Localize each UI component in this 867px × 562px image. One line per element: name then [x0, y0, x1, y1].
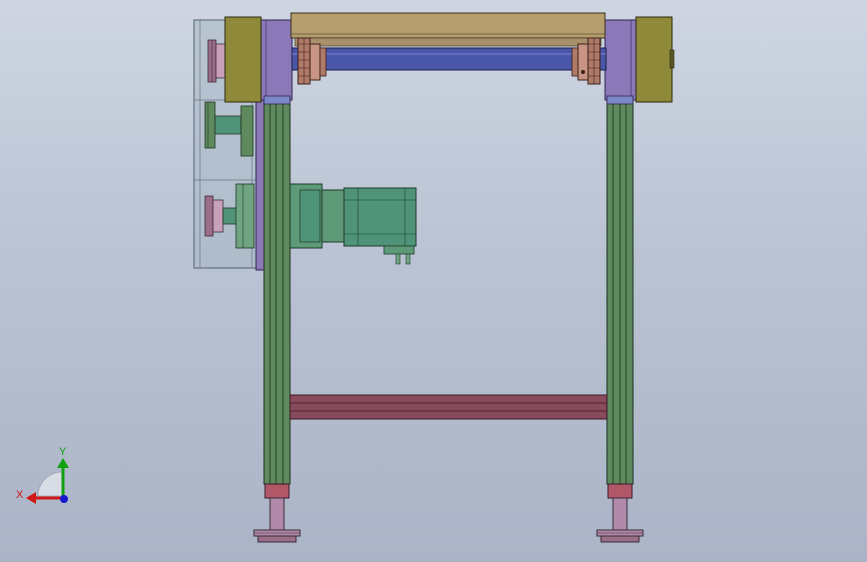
right-end-cap — [669, 49, 675, 69]
right-end-block[interactable] — [635, 16, 673, 103]
triad-plane — [37, 471, 63, 497]
drive-motor[interactable] — [289, 183, 417, 265]
roller-shaft[interactable] — [291, 47, 607, 71]
axis-triad: Y X — [16, 446, 69, 504]
left-top-bracket[interactable] — [259, 19, 293, 105]
conveyor-assembly-front-view[interactable]: Y X — [0, 0, 867, 562]
z-axis-dot — [60, 495, 68, 503]
x-axis-arrowhead — [26, 492, 36, 504]
left-end-block[interactable] — [224, 16, 262, 103]
top-belt-plate[interactable] — [290, 12, 606, 47]
cad-viewport[interactable]: Y X — [0, 0, 867, 562]
right-top-bracket[interactable] — [604, 19, 638, 105]
left-leveling-foot[interactable] — [253, 483, 301, 543]
right-leg[interactable] — [606, 97, 634, 485]
drive-sprocket-upper[interactable] — [207, 39, 227, 83]
x-axis-label: X — [16, 489, 24, 501]
y-axis-label: Y — [59, 446, 67, 458]
lower-crossbar[interactable] — [289, 394, 608, 420]
y-axis-arrowhead — [57, 458, 69, 468]
right-leveling-foot[interactable] — [596, 483, 644, 543]
left-leg[interactable] — [263, 97, 291, 485]
